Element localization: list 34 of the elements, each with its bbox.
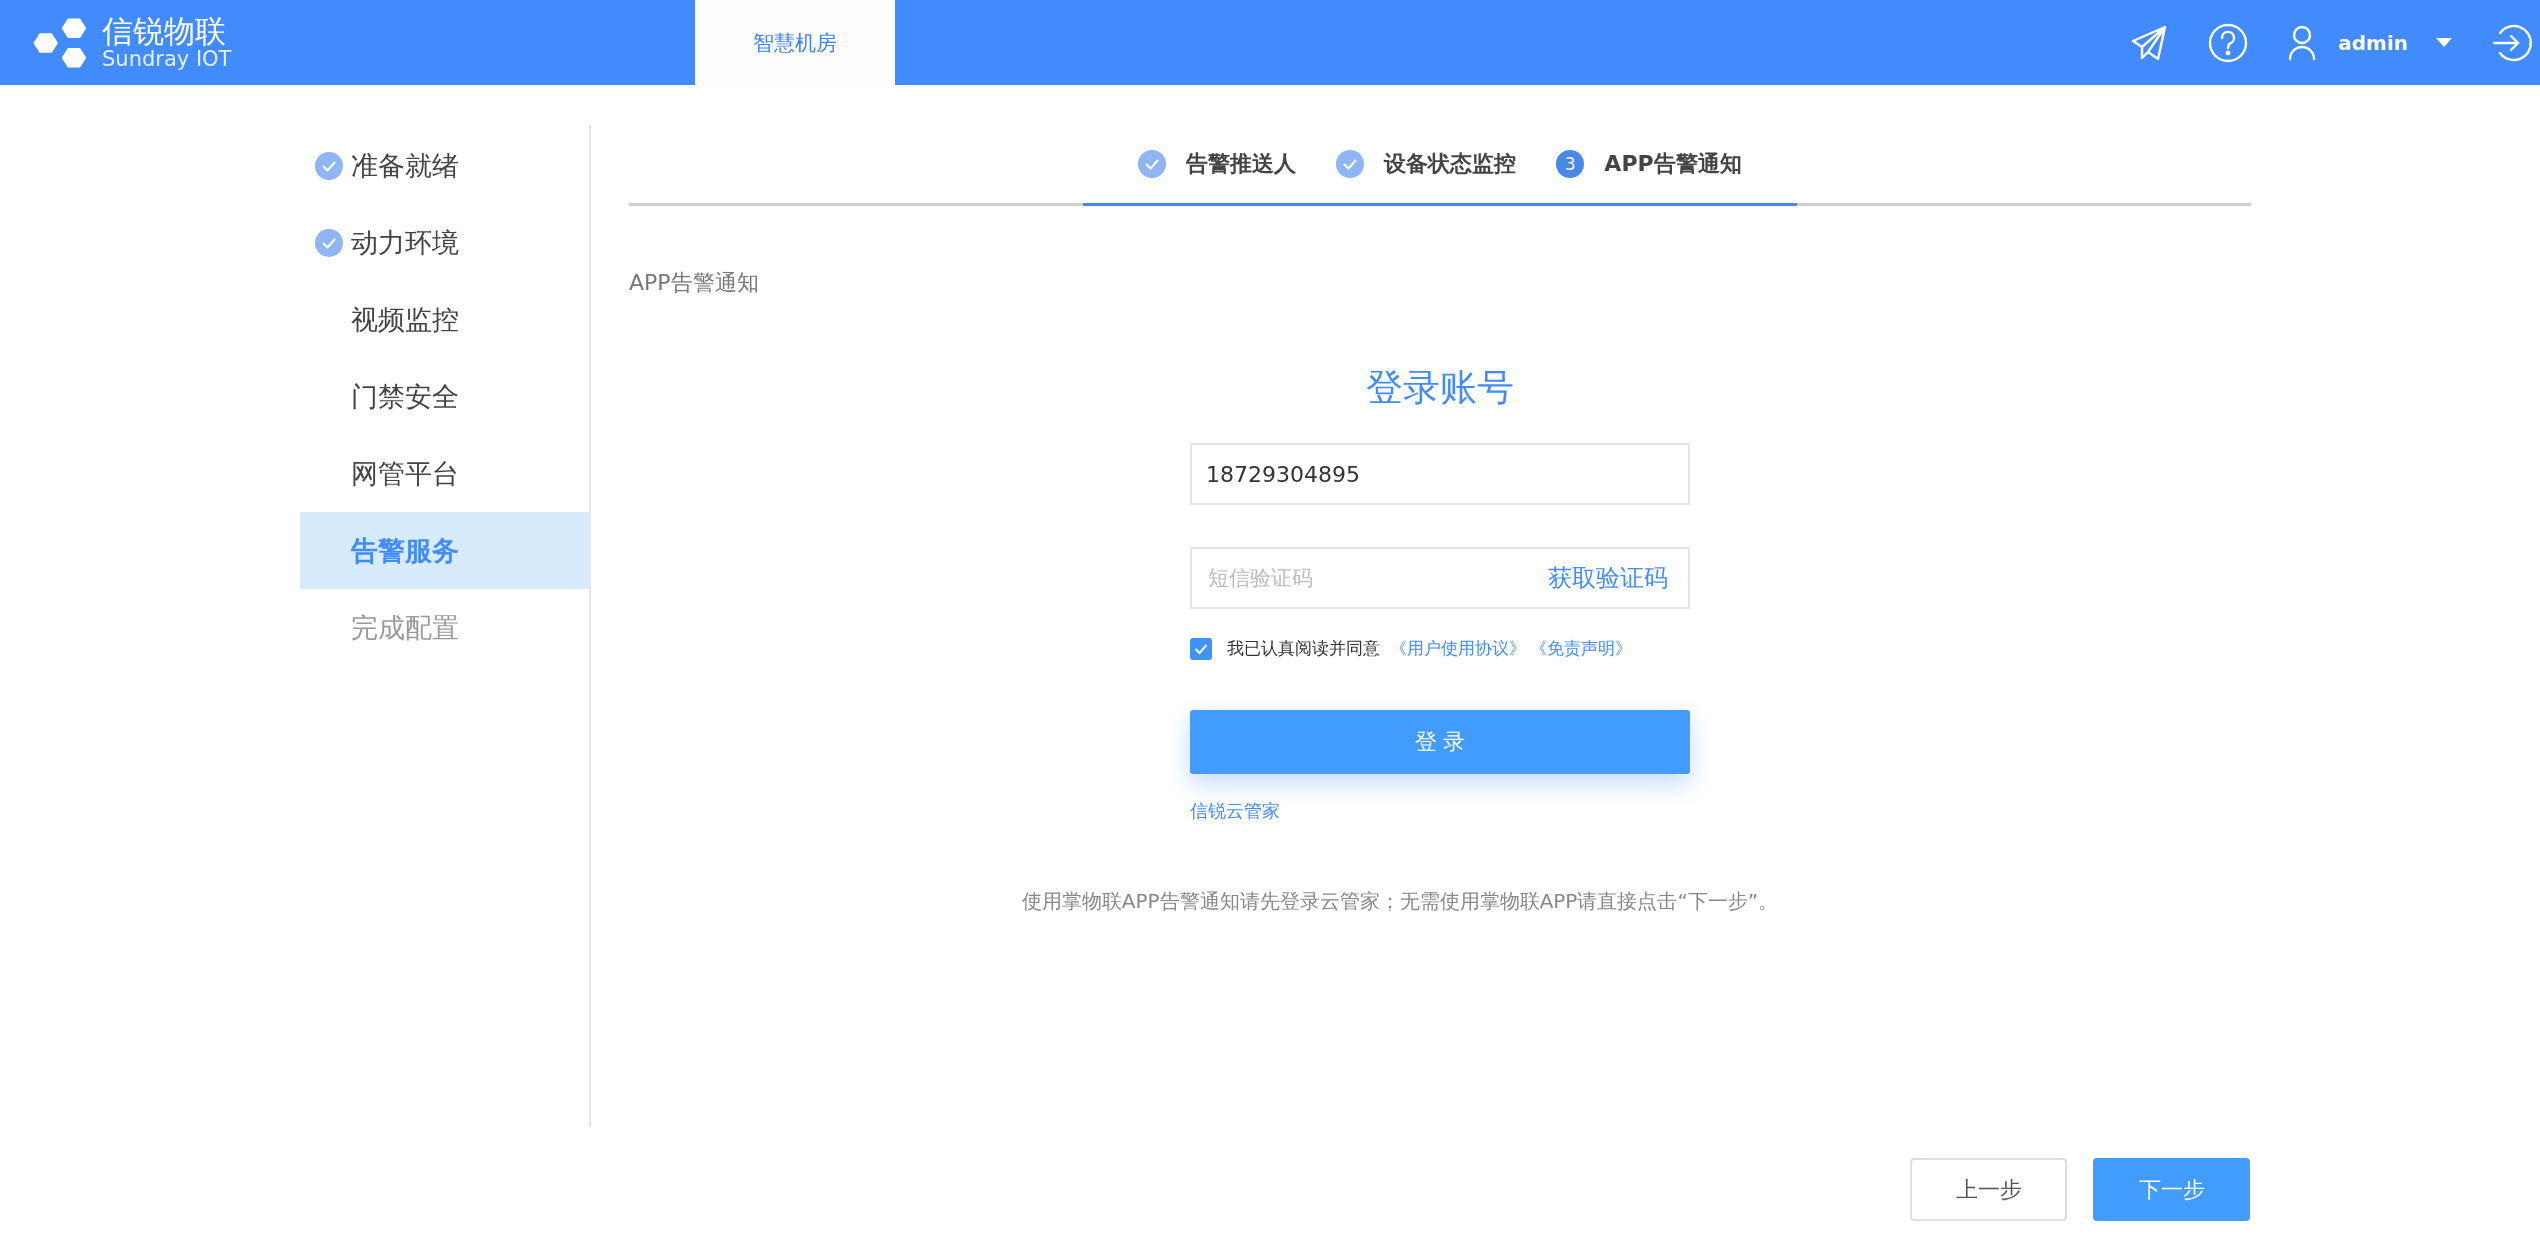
sidebar-item[interactable]: 动力环境 (300, 204, 589, 281)
login-button[interactable]: 登 录 (1190, 710, 1690, 774)
next-button[interactable]: 下一步 (2093, 1158, 2250, 1221)
section-title: APP告警通知 (629, 269, 760, 297)
nav-tab[interactable]: 智慧机房 (695, 0, 895, 85)
brand-name: 信锐物联 (102, 13, 227, 48)
sidebar-item[interactable]: 门禁安全 (300, 358, 589, 435)
agree-checkbox[interactable] (1190, 637, 1212, 660)
sms-code-input-field[interactable]: 短信验证码 获取验证码 (1190, 547, 1690, 609)
step: 告警推送人 (1138, 149, 1297, 179)
caret-icon[interactable] (2436, 37, 2452, 48)
sidebar-item[interactable]: 告警服务 (300, 512, 589, 589)
agreement-text: 我已认真阅读并同意 (1227, 637, 1380, 660)
phone-input-field[interactable]: 18729304895 (1190, 443, 1690, 505)
checkmark-icon (1194, 642, 1208, 655)
help-icon[interactable] (2208, 22, 2249, 63)
cloud-manager-link[interactable]: 信锐云管家 (1190, 799, 1280, 823)
brand-subtitle: Sundray IOT (102, 48, 232, 72)
form-title: 登录账号 (1365, 365, 1515, 411)
logout-icon[interactable] (2492, 22, 2532, 63)
user-icon[interactable] (2288, 24, 2317, 61)
get-code-link[interactable]: 获取验证码 (1548, 562, 1668, 594)
agreement-link[interactable]: 《免责声明》 (1530, 637, 1632, 660)
step-number: 3 (1556, 150, 1585, 178)
hint-text: 使用掌物联APP告警通知请先登录云管家；无需使用掌物联APP请直接点击“下一步”。 (1020, 888, 1780, 915)
step: 设备状态监控 (1336, 149, 1517, 179)
sidebar-item[interactable]: 视频监控 (300, 281, 589, 358)
agreement-link[interactable]: 《用户使用协议》 (1390, 637, 1526, 660)
back-button[interactable]: 上一步 (1910, 1158, 2067, 1221)
paper-plane-icon[interactable] (2130, 23, 2169, 62)
sidebar-item[interactable]: 网管平台 (300, 435, 589, 512)
username[interactable]: admin (2338, 30, 2408, 55)
sidebar-item[interactable]: 准备就绪 (300, 127, 589, 204)
step: 3 APP告警通知 (1556, 149, 1742, 179)
